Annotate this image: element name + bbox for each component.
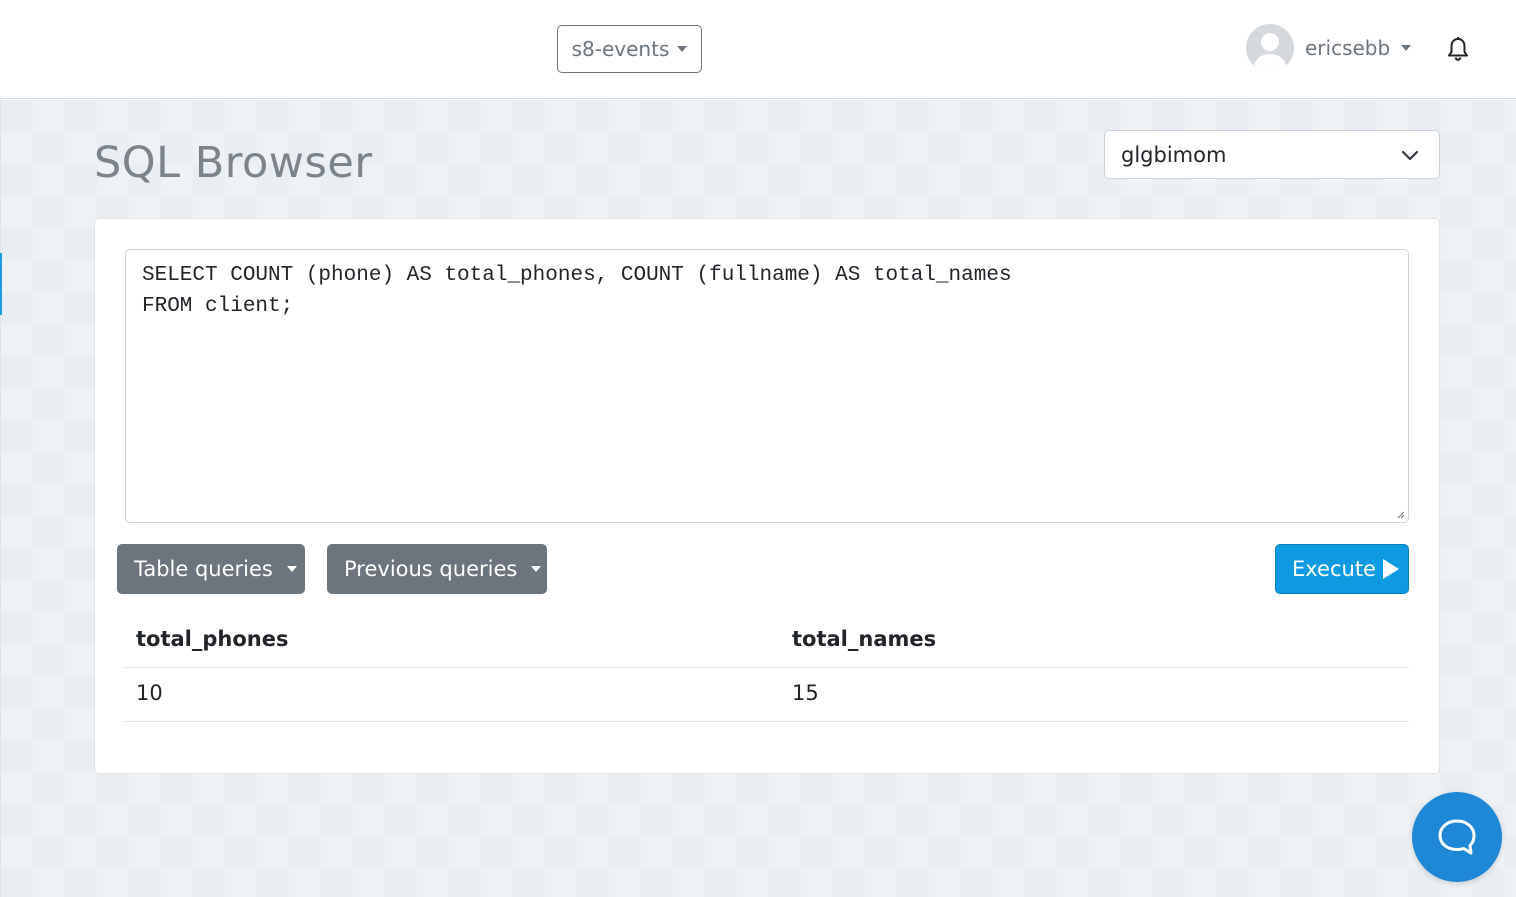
project-dropdown-label: s8-events	[571, 37, 670, 61]
table-queries-button[interactable]: Table queries	[117, 544, 305, 594]
user-menu[interactable]: ericsebb	[1246, 24, 1412, 72]
column-header: total_names	[792, 627, 937, 651]
caret-down-icon	[286, 566, 297, 572]
table-cell: 10	[136, 681, 163, 705]
table-row-divider	[125, 721, 1409, 722]
database-select-value: glgbimom	[1121, 142, 1227, 167]
table-cell: 15	[792, 681, 819, 705]
caret-down-icon	[531, 566, 542, 572]
sql-line: SELECT COUNT (phone) AS total_phones, CO…	[142, 264, 1012, 287]
play-icon	[1382, 559, 1399, 579]
chat-support-button[interactable]	[1412, 792, 1502, 882]
caret-down-icon	[677, 46, 688, 52]
previous-queries-label: Previous queries	[344, 557, 518, 581]
project-dropdown[interactable]: s8-events	[557, 25, 702, 73]
execute-label: Execute	[1292, 557, 1376, 581]
sql-line: FROM client;	[142, 295, 294, 318]
sidebar-edge-indicator	[0, 253, 2, 315]
chevron-down-icon	[1401, 150, 1419, 161]
previous-queries-button[interactable]: Previous queries	[327, 544, 547, 594]
sql-editor[interactable]: SELECT COUNT (phone) AS total_phones, CO…	[125, 249, 1409, 523]
username: ericsebb	[1305, 36, 1391, 60]
chat-bubble-icon	[1438, 819, 1476, 855]
top-navbar: s8-events ericsebb	[0, 0, 1516, 99]
table-queries-label: Table queries	[134, 557, 273, 581]
user-avatar-icon	[1246, 24, 1294, 72]
caret-down-icon	[1401, 45, 1412, 51]
database-select[interactable]: glgbimom	[1104, 130, 1440, 179]
column-header: total_phones	[136, 627, 289, 651]
resize-handle-icon[interactable]	[1397, 511, 1405, 519]
execute-button[interactable]: Execute	[1275, 544, 1409, 594]
bell-icon[interactable]	[1446, 36, 1470, 62]
page-title: SQL Browser	[94, 138, 373, 188]
table-header-divider	[125, 667, 1409, 668]
